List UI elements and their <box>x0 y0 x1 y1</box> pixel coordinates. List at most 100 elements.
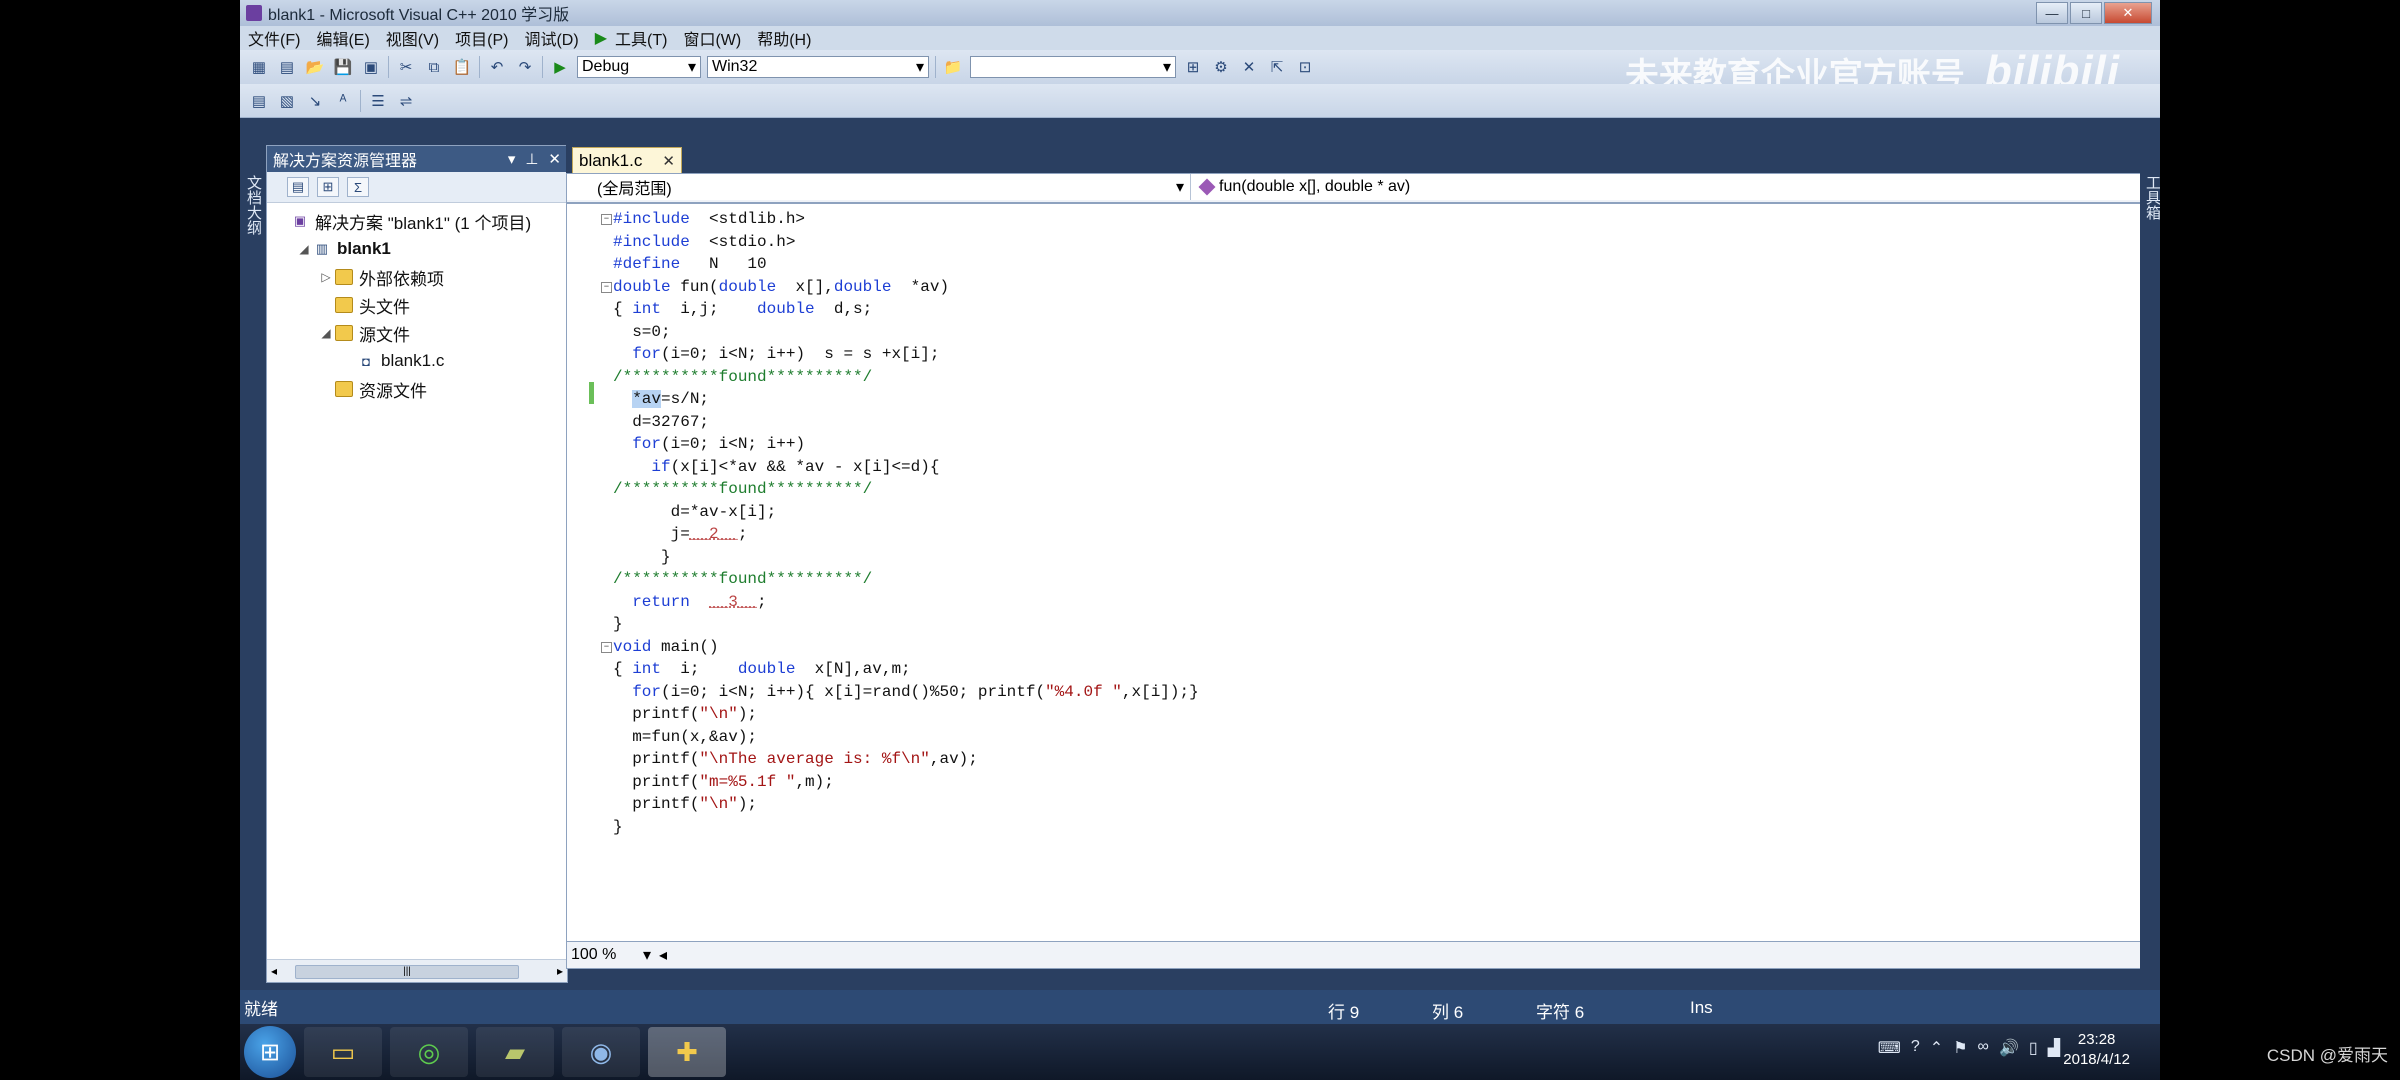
code-line[interactable]: void main() − <box>601 636 1199 659</box>
code-line[interactable]: { int i,j; double d,s; <box>613 298 1199 321</box>
code-line[interactable]: s=0; <box>613 321 1199 344</box>
close-button[interactable]: ✕ <box>2104 2 2152 24</box>
tree-item[interactable]: ▣ 解决方案 "blank1" (1 个项目) <box>267 207 567 235</box>
menu-debug[interactable]: 调试(D) <box>516 26 586 50</box>
solution-explorer-icon[interactable]: ⊞ <box>1182 56 1204 78</box>
tree-item[interactable]: ◘ blank1.c <box>267 347 567 375</box>
expander-icon[interactable]: ◢ <box>295 242 313 256</box>
find-combo[interactable]: ▾ <box>970 56 1176 78</box>
link-icon[interactable]: ∞ <box>1978 1038 1989 1058</box>
scope-select[interactable]: (全局范围) ▾ <box>567 174 1191 200</box>
chevron-up-icon[interactable]: ⌃ <box>1930 1038 1943 1058</box>
code-line[interactable]: for(i=0; i<N; i++) <box>613 433 1199 456</box>
scroll-left-icon[interactable]: ◂ <box>271 964 277 978</box>
tab-blank1-c[interactable]: blank1.c ✕ <box>572 147 682 173</box>
scroll-left-icon[interactable]: ◂ <box>659 945 667 965</box>
code-line[interactable]: } <box>613 546 1199 569</box>
code-line[interactable]: j=__2__; <box>613 523 1199 546</box>
clock[interactable]: 23:28 2018/4/12 <box>2063 1030 2130 1070</box>
platform-select[interactable]: Win32 ▾ <box>707 56 929 78</box>
code-line[interactable]: printf("m=%5.1f ",m); <box>613 771 1199 794</box>
code-line[interactable]: double fun(double x[],double *av) − <box>601 276 1199 299</box>
menu-help[interactable]: 帮助(H) <box>749 26 819 50</box>
refresh-icon[interactable]: Σ <box>347 177 369 197</box>
menu-file[interactable]: 文件(F) <box>240 26 308 50</box>
scroll-thumb[interactable]: ||| <box>295 965 519 979</box>
menu-edit[interactable]: 编辑(E) <box>308 26 377 50</box>
toolbox-icon[interactable]: ✕ <box>1238 56 1260 78</box>
volume-icon[interactable]: 🔊 <box>1999 1038 2019 1058</box>
document-taskbar-icon[interactable]: ▰ <box>476 1027 554 1077</box>
code-line[interactable]: #define N 10 <box>613 253 1199 276</box>
close-tab-icon[interactable]: ✕ <box>662 152 675 170</box>
save-icon[interactable]: 💾 <box>332 56 354 78</box>
code-line[interactable]: d=32767; <box>613 411 1199 434</box>
tree-item[interactable]: 头文件 <box>267 291 567 319</box>
start-debugging-icon[interactable]: ▶ <box>549 56 571 78</box>
code-line[interactable]: #include <stdio.h> <box>613 231 1199 254</box>
pin-icon[interactable]: ⊥ <box>525 150 538 168</box>
menu-tools[interactable]: 工具(T) <box>607 26 675 50</box>
toolbox-strip[interactable]: 工具箱 <box>2140 145 2160 975</box>
keyboard-icon[interactable]: ⌨ <box>1878 1038 1901 1058</box>
extension-icon[interactable]: ⊡ <box>1294 56 1316 78</box>
cut-icon[interactable]: ✂ <box>395 56 417 78</box>
flag-icon[interactable]: ⚑ <box>1953 1038 1967 1058</box>
code-line[interactable]: } <box>613 613 1199 636</box>
code-line[interactable]: { int i; double x[N],av,m; <box>613 658 1199 681</box>
code-line[interactable]: return __3__; <box>613 591 1199 614</box>
menu-window[interactable]: 窗口(W) <box>675 26 749 50</box>
comment-icon[interactable]: ⇌ <box>395 90 417 112</box>
explorer-taskbar-icon[interactable]: ▭ <box>304 1027 382 1077</box>
function-select[interactable]: fun(double x[], double * av) ▾ <box>1191 174 2160 200</box>
new-project-icon[interactable]: ▦ <box>248 56 270 78</box>
device-icon[interactable]: ▯ <box>2029 1038 2038 1058</box>
minimize-button[interactable]: — <box>2036 2 2068 24</box>
code-line[interactable]: d=*av-x[i]; <box>613 501 1199 524</box>
start-button[interactable]: ⊞ <box>244 1026 296 1078</box>
code-line[interactable]: } <box>613 816 1199 839</box>
redo-icon[interactable]: ↷ <box>514 56 536 78</box>
expander-icon[interactable]: ▷ <box>317 270 335 284</box>
code-line[interactable]: /**********found**********/ <box>613 568 1199 591</box>
scroll-right-icon[interactable]: ▸ <box>557 964 563 978</box>
configuration-select[interactable]: Debug ▾ <box>577 56 701 78</box>
paste-icon[interactable]: 📋 <box>451 56 473 78</box>
fold-toggle-icon[interactable]: − <box>601 281 612 293</box>
zoom-select[interactable]: 100 % ▾ <box>567 945 651 965</box>
start-debug-icon[interactable]: ▶ <box>595 28 607 48</box>
visual-studio-taskbar-icon[interactable]: ✚ <box>648 1027 726 1077</box>
complete-word-icon[interactable]: ᴬ <box>332 90 354 112</box>
parameter-info-icon[interactable]: ↘ <box>304 90 326 112</box>
fold-toggle-icon[interactable]: − <box>601 641 612 653</box>
code-text-area[interactable]: #include <stdlib.h> − #include <stdio.h> #d… <box>566 203 2160 943</box>
code-line[interactable]: for(i=0; i<N; i++){ x[i]=rand()%50; prin… <box>613 681 1199 704</box>
quick-info-icon[interactable]: ▧ <box>276 90 298 112</box>
expander-icon[interactable]: ◢ <box>317 326 335 340</box>
network-icon[interactable]: ▟ <box>2048 1038 2060 1058</box>
tree-item[interactable]: 资源文件 <box>267 375 567 403</box>
code-line[interactable]: printf("\nThe average is: %f\n",av); <box>613 748 1199 771</box>
code-line[interactable]: m=fun(x,&av); <box>613 726 1199 749</box>
undo-icon[interactable]: ↶ <box>486 56 508 78</box>
web-taskbar-icon[interactable]: ◉ <box>562 1027 640 1077</box>
add-item-icon[interactable]: ▤ <box>276 56 298 78</box>
horizontal-scrollbar[interactable]: ◂ ||| ▸ <box>267 959 567 982</box>
menu-project[interactable]: 项目(P) <box>447 26 516 50</box>
start-page-icon[interactable]: ⇱ <box>1266 56 1288 78</box>
close-icon[interactable]: ✕ <box>548 150 561 168</box>
code-line[interactable]: /**********found**********/ <box>613 478 1199 501</box>
code-line[interactable]: printf("\n"); <box>613 703 1199 726</box>
copy-icon[interactable]: ⧉ <box>423 56 445 78</box>
code-line[interactable]: *av=s/N; <box>613 388 1199 411</box>
show-all-files-icon[interactable]: ⊞ <box>317 177 339 197</box>
code-line[interactable]: printf("\n"); <box>613 793 1199 816</box>
menu-view[interactable]: 视图(V) <box>378 26 447 50</box>
tree-item[interactable]: ◢ 源文件 <box>267 319 567 347</box>
properties-icon[interactable]: ⚙ <box>1210 56 1232 78</box>
code-line[interactable]: #include <stdlib.h> − <box>601 208 1199 231</box>
fold-toggle-icon[interactable]: − <box>601 214 612 225</box>
properties-icon[interactable]: ▤ <box>287 177 309 197</box>
save-all-icon[interactable]: ▣ <box>360 56 382 78</box>
find-in-files-icon[interactable]: 📁 <box>942 56 964 78</box>
